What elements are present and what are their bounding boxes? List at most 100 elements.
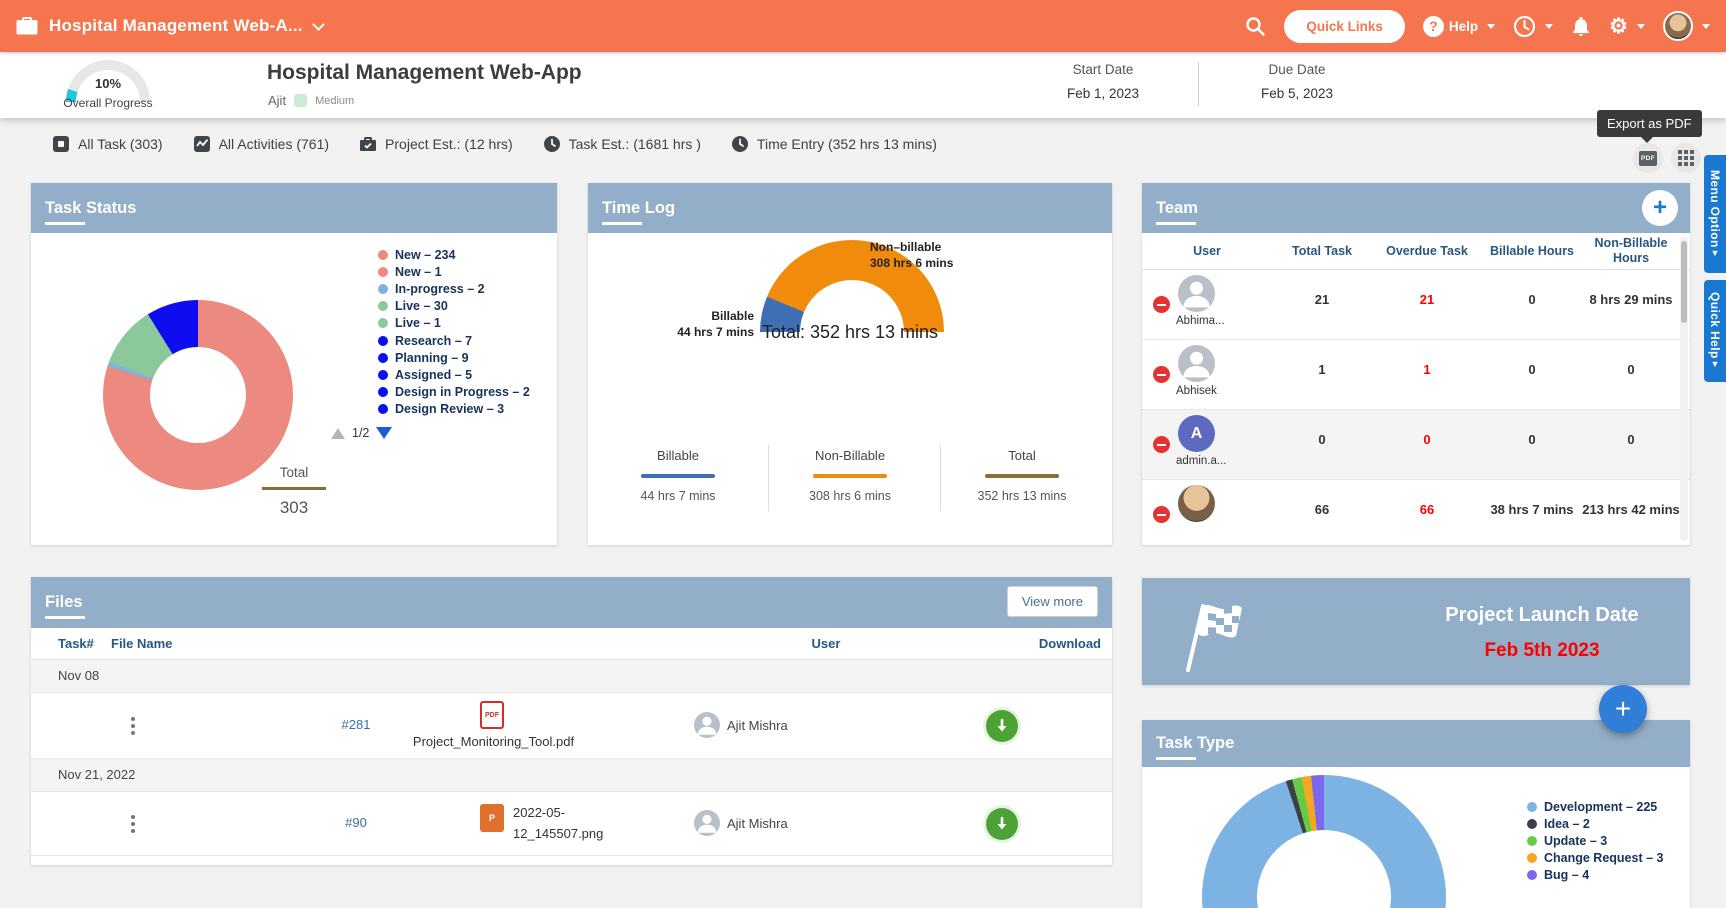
- download-button[interactable]: [986, 710, 1018, 742]
- task-status-title: Task Status: [45, 199, 136, 218]
- avatar: [694, 712, 720, 738]
- task-link[interactable]: #90: [306, 815, 406, 830]
- time-log-header: Time Log: [588, 183, 1112, 233]
- quick-links-button[interactable]: Quick Links: [1284, 10, 1405, 43]
- task-type-donut[interactable]: [1202, 775, 1446, 908]
- help-menu[interactable]: ? Help: [1423, 16, 1495, 37]
- task-link[interactable]: #281: [306, 717, 406, 732]
- legend-item: Research – 7: [378, 332, 530, 349]
- total-summary: Total 352 hrs 13 mins: [942, 448, 1102, 503]
- files-header: Files View more: [31, 577, 1112, 628]
- project-estimate-button[interactable]: Project Est.: (12 hrs): [359, 135, 513, 153]
- files-date-group: Nov 08: [31, 660, 1112, 693]
- member-name[interactable]: admin.a...: [1176, 455, 1227, 467]
- user-avatar: [1663, 11, 1693, 41]
- remove-member-icon[interactable]: [1153, 436, 1170, 453]
- task-estimate-button[interactable]: Task Est.: (1681 hrs ): [543, 135, 701, 153]
- start-date-label: Start Date: [1028, 62, 1178, 77]
- download-button[interactable]: [986, 808, 1018, 840]
- app-title[interactable]: Hospital Management Web-A...: [49, 16, 303, 36]
- legend-item: Development – 225: [1527, 798, 1663, 815]
- recent-activity-menu[interactable]: [1513, 15, 1553, 38]
- gear-icon: ⚙: [1609, 16, 1628, 37]
- widget-grid-button[interactable]: [1671, 143, 1701, 173]
- remove-member-icon[interactable]: [1153, 366, 1170, 383]
- add-member-button[interactable]: +: [1642, 190, 1678, 226]
- col-download: Download: [1006, 636, 1101, 651]
- non-billable-hours-value: 0: [1582, 410, 1680, 479]
- task-type-legend: Development – 225 Idea – 2 Update – 3 Ch…: [1527, 798, 1663, 884]
- download-icon: [994, 816, 1010, 832]
- kebab-menu-icon[interactable]: [131, 815, 135, 833]
- team-table-header: User Total Task Overdue Task Billable Ho…: [1142, 233, 1690, 270]
- task-status-total-value: 303: [31, 498, 557, 518]
- file-name[interactable]: 2022-05-12_145507.png: [513, 803, 623, 845]
- file-user: Ajit Mishra: [727, 816, 788, 831]
- add-fab-button[interactable]: +: [1599, 685, 1647, 733]
- task-status-header: Task Status: [31, 183, 557, 233]
- search-icon[interactable]: [1244, 15, 1266, 37]
- col-task-number: Task#: [58, 636, 94, 651]
- launch-date-card: Project Launch Date Feb 5th 2023: [1142, 578, 1690, 685]
- remove-member-icon[interactable]: [1153, 506, 1170, 523]
- legend-item: Live – 30: [378, 298, 530, 315]
- briefcase-icon: [16, 16, 38, 36]
- scrollbar[interactable]: [1680, 237, 1688, 541]
- legend-pager: 1/2: [331, 426, 392, 440]
- clock-icon: [1513, 15, 1536, 38]
- billable-hours-value: 0: [1482, 340, 1582, 409]
- avatar: [1178, 275, 1215, 312]
- priority-chip: [294, 94, 307, 107]
- time-log-card: Time Log Non–billable 308 hrs 6 mins Bil…: [588, 183, 1112, 545]
- team-title: Team: [1156, 199, 1198, 218]
- plus-icon: +: [1615, 693, 1631, 725]
- all-activities-button[interactable]: All Activities (761): [193, 135, 329, 153]
- view-more-button[interactable]: View more: [1007, 586, 1098, 617]
- legend-item: Update – 3: [1527, 832, 1663, 849]
- start-date-value: Feb 1, 2023: [1028, 86, 1178, 101]
- task-icon: [52, 135, 70, 153]
- triangle-icon: ▼: [1710, 248, 1720, 258]
- nonbillable-summary: Non-Billable 308 hrs 6 mins: [770, 448, 930, 503]
- project-owner: Ajit: [268, 93, 286, 108]
- priority-label: Medium: [315, 95, 354, 107]
- kebab-menu-icon[interactable]: [131, 717, 135, 735]
- legend-item: New – 1: [378, 263, 530, 280]
- overdue-task-value: 21: [1372, 270, 1482, 339]
- task-status-donut[interactable]: [103, 300, 293, 490]
- pager-down-icon[interactable]: [376, 427, 392, 439]
- settings-menu[interactable]: ⚙: [1609, 16, 1645, 37]
- overdue-task-value: 0: [1372, 410, 1482, 479]
- member-name[interactable]: Abhisek: [1176, 385, 1217, 397]
- checkered-flag-icon: [1178, 592, 1248, 674]
- total-task-value: 21: [1272, 270, 1372, 339]
- remove-member-icon[interactable]: [1153, 296, 1170, 313]
- divider: [768, 445, 769, 511]
- summary-toolbar: All Task (303) All Activities (761) Proj…: [52, 135, 937, 153]
- col-user: User: [756, 636, 896, 651]
- project-header: 10% Overall Progress Hospital Management…: [0, 52, 1726, 118]
- task-status-total-label: Total: [31, 465, 557, 480]
- pager-up-icon[interactable]: [331, 428, 345, 439]
- time-entry-button[interactable]: Time Entry (352 hrs 13 mins): [731, 135, 937, 153]
- file-name[interactable]: Project_Monitoring_Tool.pdf: [406, 734, 581, 749]
- menu-option-tab[interactable]: Menu Option▼: [1704, 155, 1726, 273]
- file-row: #281 PDF Project_Monitoring_Tool.pdf Aji…: [31, 693, 1112, 759]
- billable-hours-value: 38 hrs 7 mins: [1482, 480, 1582, 545]
- topbar: Hospital Management Web-A... Quick Links…: [0, 0, 1726, 52]
- chevron-down-icon[interactable]: [312, 18, 325, 31]
- time-log-title: Time Log: [602, 199, 675, 218]
- non-billable-hours-value: 0: [1582, 340, 1680, 409]
- team-row: Abhima... 21 21 0 8 hrs 29 mins: [1142, 270, 1690, 340]
- all-task-button[interactable]: All Task (303): [52, 135, 163, 153]
- member-name[interactable]: Abhima...: [1176, 315, 1225, 327]
- briefcase-check-icon: [359, 135, 377, 153]
- quick-help-tab[interactable]: Quick Help▼: [1704, 280, 1726, 382]
- page-title: Hospital Management Web-App: [267, 61, 582, 85]
- legend-item: Bug – 4: [1527, 867, 1663, 884]
- billable-hours-value: 0: [1482, 270, 1582, 339]
- user-menu[interactable]: [1663, 11, 1710, 41]
- divider: [1198, 62, 1199, 106]
- notifications-bell-icon[interactable]: [1571, 15, 1591, 37]
- scrollbar-thumb[interactable]: [1681, 241, 1687, 323]
